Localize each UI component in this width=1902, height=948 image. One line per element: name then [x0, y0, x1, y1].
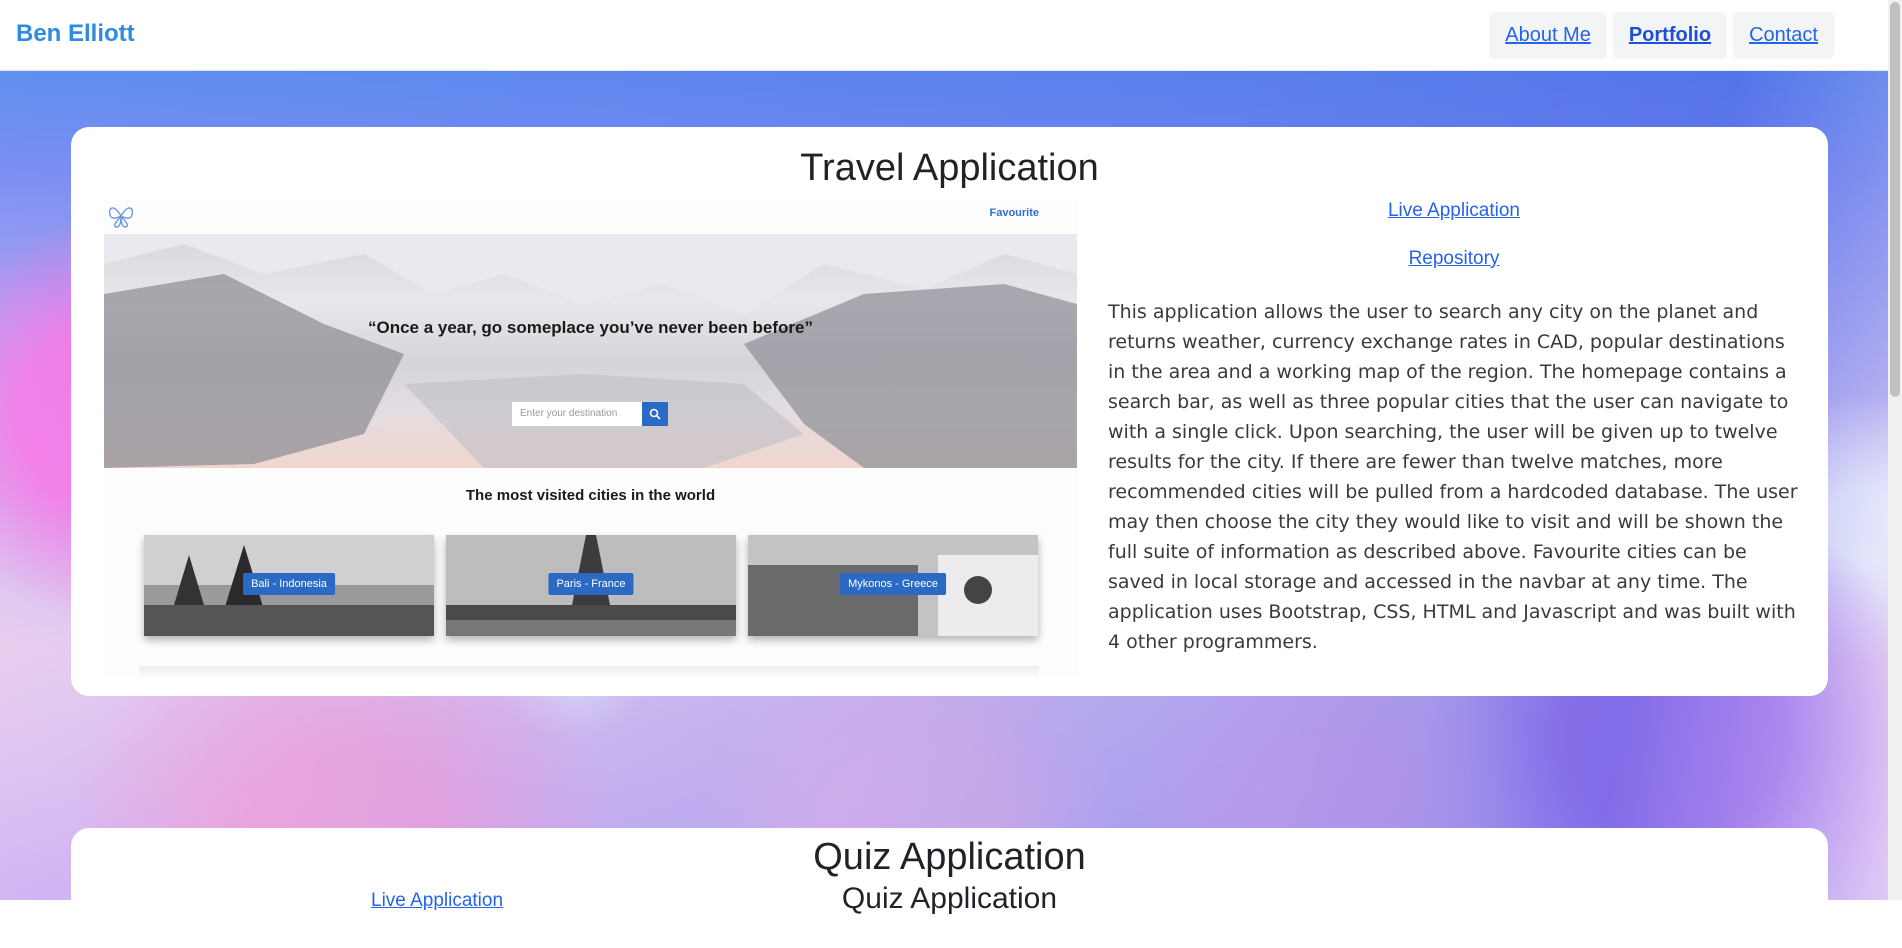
city-label-bali: Bali - Indonesia — [243, 573, 335, 595]
city-card-paris: Paris - France — [446, 535, 736, 636]
screenshot-hero: “Once a year, go someplace you’ve never … — [104, 234, 1077, 468]
page-scrollbar[interactable] — [1888, 0, 1902, 900]
live-application-link[interactable]: Live Application — [1104, 200, 1804, 222]
project-links: Live Application Repository — [1104, 200, 1804, 270]
city-card-bali: Bali - Indonesia — [144, 535, 434, 636]
mountain-illustration — [104, 234, 1077, 468]
project-description: This application allows the user to sear… — [1108, 301, 1798, 653]
screenshot-footer-strip — [139, 666, 1039, 676]
city-label-paris: Paris - France — [548, 573, 634, 595]
screenshot-search-button — [642, 402, 668, 426]
nav-contact[interactable]: Contact — [1733, 12, 1834, 59]
nav-portfolio[interactable]: Portfolio — [1612, 12, 1728, 59]
project-title: Quiz Application — [813, 836, 1086, 878]
search-icon — [649, 408, 661, 420]
screenshot-search-input: Enter your destination — [512, 402, 642, 426]
brand-logo[interactable]: Ben Elliott — [16, 20, 135, 48]
nav-about-me[interactable]: About Me — [1489, 12, 1607, 59]
project-card-travel: Travel Application Favourite “Once a yea… — [71, 127, 1828, 696]
project-title: Travel Application — [800, 147, 1099, 189]
repository-link[interactable]: Repository — [1104, 248, 1804, 270]
screenshot-most-visited-heading: The most visited cities in the world — [465, 487, 716, 504]
project-screenshot-heading: Quiz Application — [841, 882, 1058, 915]
project-screenshot: Favourite “Once a year, go someplace you… — [104, 200, 1077, 676]
screenshot-quote: “Once a year, go someplace you’ve never … — [367, 318, 814, 337]
scrollbar-thumb[interactable] — [1890, 2, 1900, 397]
city-card-mykonos: Mykonos - Greece — [748, 535, 1038, 636]
navbar: Ben Elliott About Me Portfolio Contact — [0, 0, 1902, 71]
screenshot-favourite-link: Favourite — [989, 207, 1039, 219]
nav-links: About Me Portfolio Contact — [1489, 12, 1834, 59]
city-label-mykonos: Mykonos - Greece — [840, 573, 946, 595]
project-card-quiz: Quiz Application Live Application Quiz A… — [71, 828, 1828, 948]
butterfly-logo-icon — [108, 207, 134, 228]
